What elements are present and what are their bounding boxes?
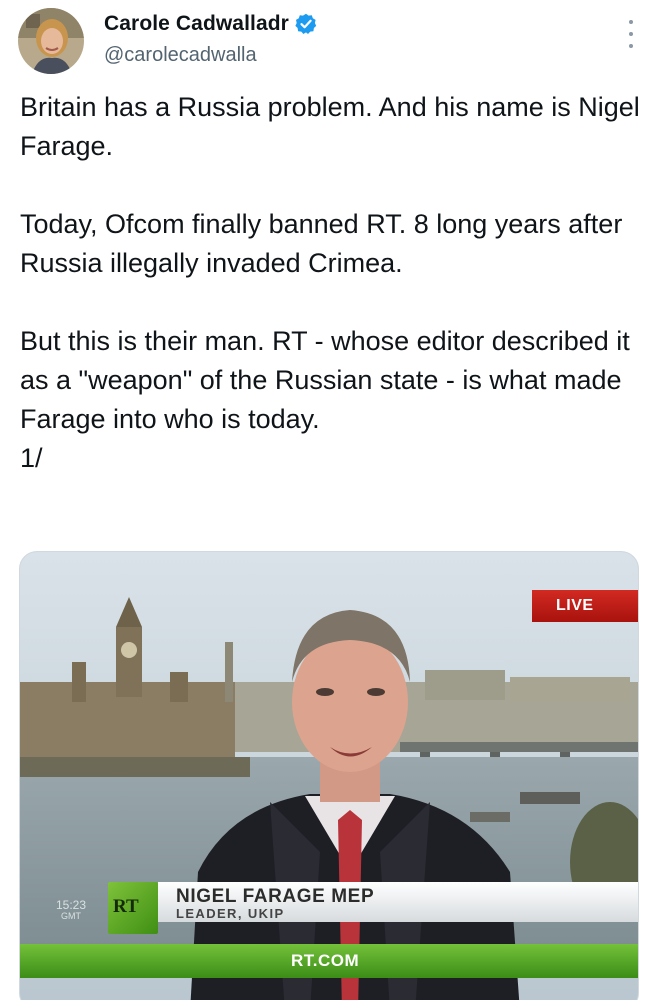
more-options-icon[interactable] [627,20,635,48]
rt-footer-strip: RT.COM [20,944,638,978]
tweet-text: Britain has a Russia problem. And his na… [20,88,640,478]
broadcast-clock: 15:23 GMT [56,898,87,922]
verified-badge-icon [295,13,317,35]
live-badge: LIVE [532,590,638,622]
tweet-paragraph: Britain has a Russia problem. And his na… [20,92,640,161]
clock-time: 15:23 [56,898,87,912]
rt-footer-url: RT.COM [291,951,360,970]
author-name-row[interactable]: Carole Cadwalladr [104,12,317,36]
rt-logo-text: RT [113,896,139,917]
author-avatar[interactable] [18,8,84,74]
tweet-paragraph: Today, Ofcom finally banned RT. 8 long y… [20,209,623,278]
author-handle[interactable]: @carolecadwalla [104,44,257,67]
tweet-thread-marker: 1/ [20,443,43,473]
rt-logo: RT [108,882,158,934]
tweet-paragraph: But this is their man. RT - whose editor… [20,326,630,434]
clock-timezone: GMT [61,911,82,921]
author-display-name[interactable]: Carole Cadwalladr [104,12,289,36]
lower-third-title: LEADER, UKIP [176,906,285,921]
tweet: Carole Cadwalladr @carolecadwalla Britai… [0,0,659,1000]
lower-third: NIGEL FARAGE MEP LEADER, UKIP [158,882,638,922]
tweet-media-image[interactable]: LIVE 15:23 GMT RT NIGEL FARAGE MEP LEADE… [19,551,639,1000]
lower-third-name: NIGEL FARAGE MEP [176,886,375,907]
